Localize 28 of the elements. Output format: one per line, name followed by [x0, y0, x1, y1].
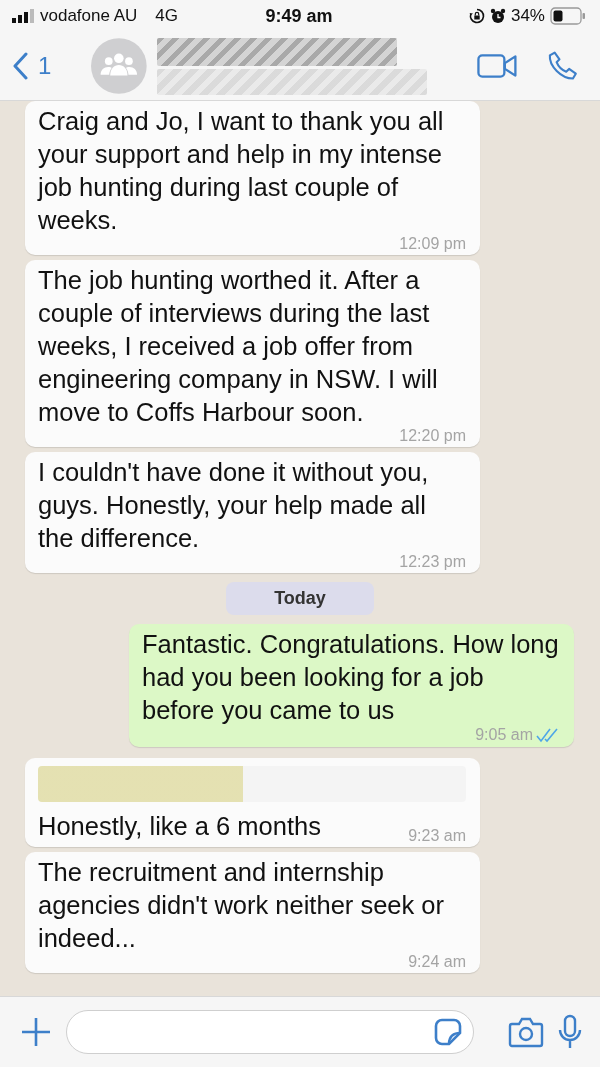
message-time: 9:24 am [408, 955, 466, 969]
battery-icon [550, 7, 586, 25]
message-time: 12:20 pm [399, 429, 466, 443]
back-button[interactable]: 1 [12, 52, 52, 80]
message-text: Craig and Jo, I want to thank you all your support and help in my intense job hunting during last couple of weeks. [38, 106, 445, 236]
carrier-name: vodafone AU [40, 6, 138, 26]
plus-icon[interactable] [20, 1016, 52, 1048]
battery-percent: 34% [510, 6, 545, 26]
camera-icon[interactable] [508, 1016, 544, 1048]
message-text: Fantastic. Congratulations. How long had you been looking for a job before you came to us [142, 629, 560, 726]
microphone-icon[interactable] [558, 1014, 582, 1050]
status-time: 9:49 am [265, 5, 333, 27]
message-time: 12:23 pm [399, 555, 466, 569]
message-input-field[interactable] [66, 1010, 474, 1054]
network-type: 4G [155, 6, 179, 26]
message-time: 9:05 am [475, 728, 533, 742]
message-text: Honestly, like a 6 months [38, 811, 321, 842]
message-time: 12:09 pm [399, 237, 466, 251]
video-call-icon[interactable] [477, 52, 518, 80]
message-text: I couldn't have done it without you, guys. Honestly, your help made all the difference. [38, 457, 430, 554]
back-chevron-icon[interactable] [12, 52, 28, 80]
signal-icon [12, 9, 34, 23]
rotation-lock-icon [468, 8, 485, 24]
alarm-icon [489, 8, 506, 24]
message-text: The recruitment and internship agencies didn't work neither seek or indeed... [38, 857, 445, 954]
message-text: The job hunting worthed it. After a couple of interviews during the last weeks, I received a job offer from engineering company in NSW. I will move to Coffs Harbour soon. [38, 265, 439, 428]
message-time: 9:23 am [408, 829, 466, 843]
sticker-icon[interactable] [433, 1017, 463, 1047]
